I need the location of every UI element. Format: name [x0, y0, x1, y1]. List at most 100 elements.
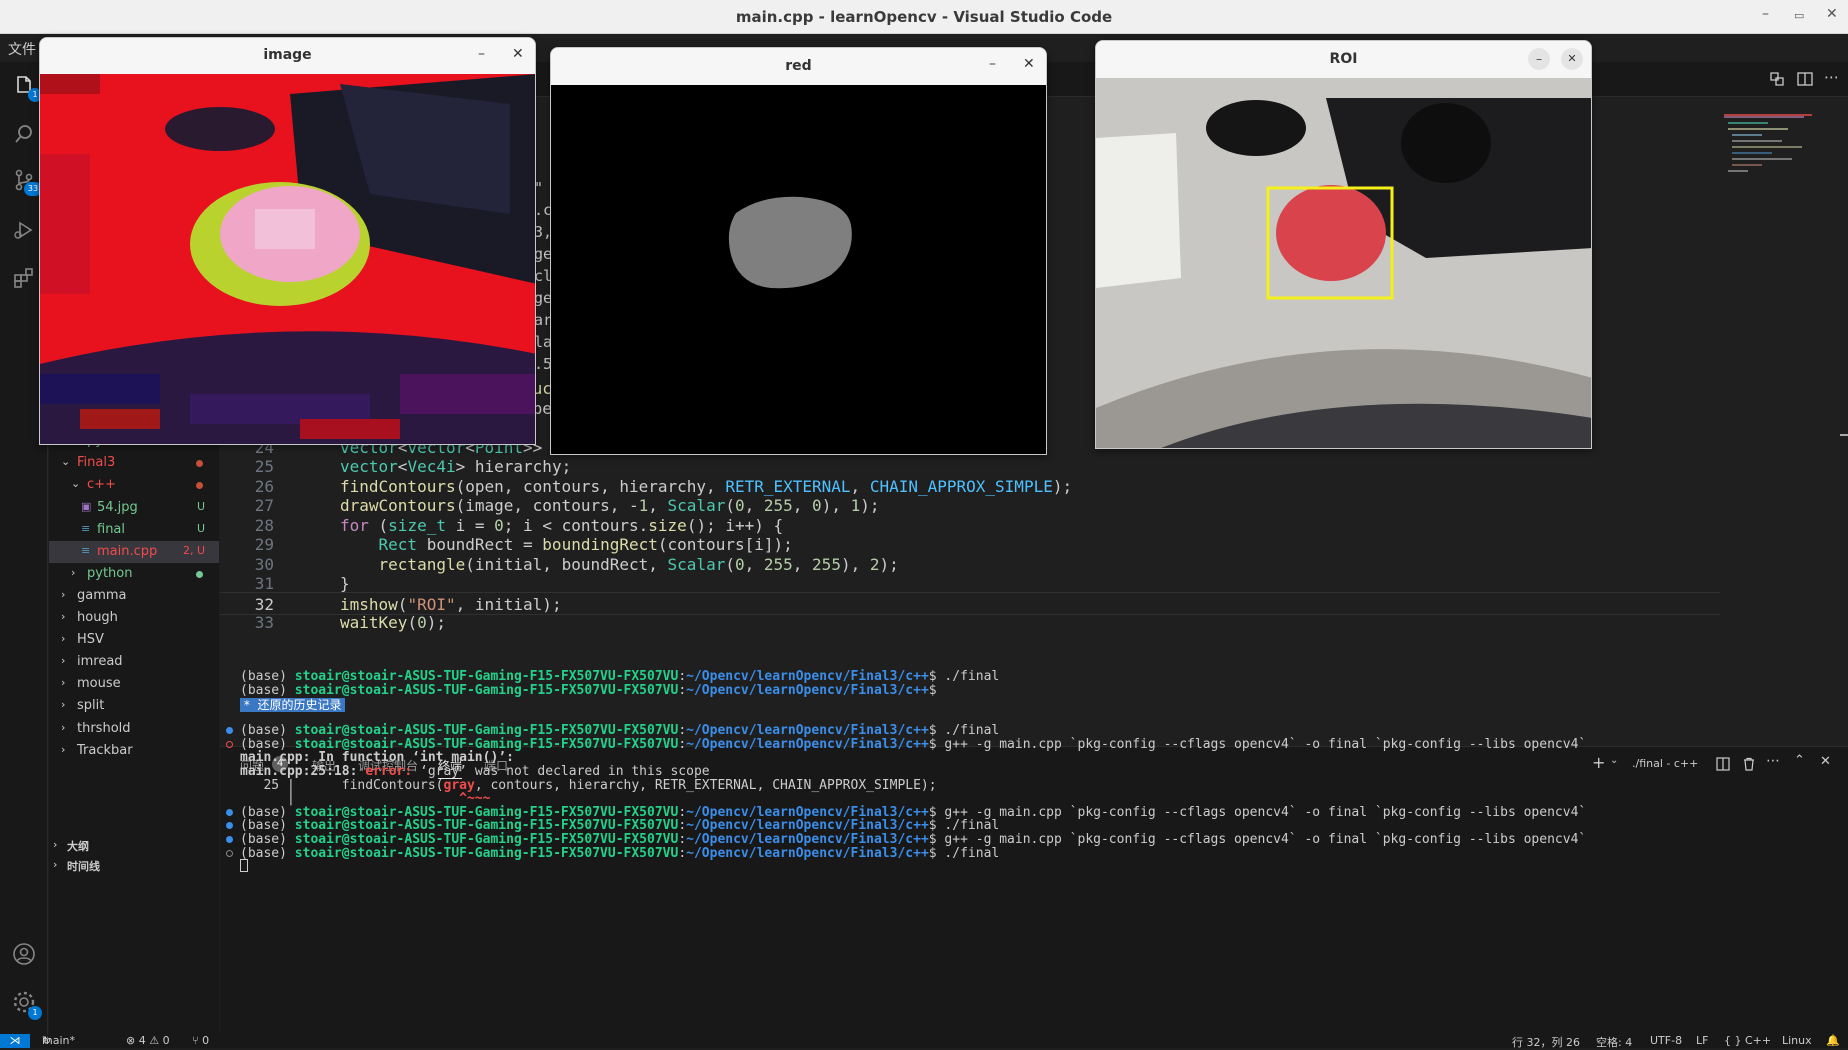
- maximize-button[interactable]: ▭: [1794, 9, 1804, 22]
- command-status-icon[interactable]: [226, 836, 233, 843]
- chevron-right-icon: ›: [61, 698, 66, 712]
- split-editor-icon[interactable]: [1796, 70, 1814, 88]
- line-number: 26: [254, 476, 274, 496]
- chevron-right-icon: ›: [61, 720, 66, 734]
- outline-label: 大纲: [67, 840, 89, 853]
- tree-item[interactable]: ≡ main.cpp 2, U: [49, 540, 219, 563]
- chevron-right-icon: ›: [61, 610, 66, 623]
- roi-frame: [1096, 78, 1591, 448]
- code-text: rectangle(initial, boundRect, Scalar(0, …: [378, 554, 899, 574]
- code-text: }: [340, 574, 350, 593]
- chevron-down-icon: ⌄: [61, 455, 71, 469]
- minimap[interactable]: [1724, 114, 1814, 184]
- tree-item-label: python: [87, 565, 133, 581]
- search-icon[interactable]: [12, 122, 36, 146]
- code-text: waitKey(0);: [340, 613, 446, 632]
- end-of-line[interactable]: LF: [1696, 1034, 1708, 1047]
- tree-item[interactable]: › HSV: [49, 629, 219, 651]
- extensions-icon[interactable]: [12, 266, 36, 290]
- tree-item[interactable]: › gamma: [49, 585, 219, 607]
- status-dot: [196, 570, 203, 578]
- more-actions-icon[interactable]: ⋯: [1824, 68, 1839, 86]
- code-text: Rect boundRect = boundingRect(contours[i…: [378, 535, 793, 554]
- red-mask-frame: [551, 85, 1046, 454]
- code-text: drawContours(image, contours, -1, Scalar…: [340, 496, 880, 515]
- cv-red-close-icon[interactable]: ✕: [1023, 56, 1035, 72]
- terminal-cursor: [240, 859, 248, 872]
- code-line[interactable]: 33 waitKey(0);: [220, 611, 1720, 634]
- timeline-label: 时间线: [67, 860, 100, 873]
- command-status-icon[interactable]: [226, 741, 233, 748]
- timeline-section[interactable]: › 时间线: [49, 855, 219, 877]
- tree-item[interactable]: › imread: [49, 651, 219, 673]
- minimize-button[interactable]: –: [1762, 6, 1769, 22]
- tree-item[interactable]: › Trackbar: [49, 740, 219, 762]
- remote-indicator-icon[interactable]: ⋊: [0, 1034, 30, 1048]
- code-text: vector<Vec4i> hierarchy;: [340, 457, 572, 476]
- language-mode[interactable]: { } C++: [1724, 1034, 1771, 1047]
- title-bar: main.cpp - learnOpencv - Visual Studio C…: [0, 0, 1848, 34]
- tree-item-label: Trackbar: [77, 742, 133, 758]
- terminal-line: (base) stoair@stoair-ASUS-TUF-Gaming-F15…: [226, 846, 1840, 862]
- encoding[interactable]: UTF-8: [1650, 1034, 1682, 1047]
- tree-item-label: main.cpp: [97, 543, 158, 559]
- settings-badge: 1: [28, 1006, 42, 1020]
- command-status-icon[interactable]: [226, 822, 233, 829]
- image-file-icon: ▣: [81, 499, 92, 513]
- code-text: for (size_t i = 0; i < contours.size(); …: [340, 515, 784, 535]
- run-debug-icon[interactable]: [12, 218, 36, 242]
- line-number: 29: [254, 535, 274, 554]
- tree-item[interactable]: › python: [49, 563, 219, 585]
- problems-status[interactable]: ⊗ 4 ⚠ 0: [126, 1034, 170, 1047]
- cv-image-minimize-icon[interactable]: –: [478, 46, 485, 62]
- tree-item-label: final: [97, 521, 126, 537]
- chevron-right-icon: ›: [61, 654, 66, 668]
- cv-window-roi-titlebar[interactable]: ROI – ✕: [1096, 41, 1591, 78]
- image-frame: [40, 74, 535, 444]
- code-text: findContours(open, contours, hierarchy, …: [340, 476, 1073, 496]
- tree-item[interactable]: ≡ final U: [49, 519, 219, 541]
- ports-status[interactable]: ⑂ 0: [192, 1034, 209, 1047]
- account-icon[interactable]: [12, 942, 36, 966]
- outline-section[interactable]: › 大纲: [49, 835, 219, 857]
- tree-item[interactable]: ▣ 54.jpg U: [49, 497, 219, 519]
- line-number: 27: [254, 496, 274, 515]
- compare-changes-icon[interactable]: [1768, 70, 1786, 88]
- cv-window-red-titlebar[interactable]: red – ✕: [551, 48, 1046, 85]
- chevron-right-icon: ›: [61, 632, 66, 646]
- cv-window-image[interactable]: image – ✕: [39, 37, 536, 445]
- command-status-icon[interactable]: [226, 809, 233, 816]
- line-number: 25: [254, 457, 274, 476]
- command-status-icon[interactable]: [226, 850, 233, 857]
- os-label[interactable]: Linux: [1782, 1034, 1812, 1047]
- cv-roi-close-icon[interactable]: ✕: [1561, 48, 1583, 70]
- command-status-icon[interactable]: [226, 727, 233, 734]
- file-icon: ≡: [81, 543, 91, 557]
- cv-window-image-titlebar[interactable]: image – ✕: [40, 38, 535, 74]
- tree-item-label: Final3: [77, 455, 116, 471]
- notifications-bell-icon[interactable]: 🔔: [1826, 1034, 1840, 1047]
- line-number: 30: [254, 554, 274, 574]
- tree-item[interactable]: › split: [49, 695, 219, 717]
- status-dot: [196, 482, 203, 490]
- status-dot: [196, 460, 203, 468]
- cv-roi-minimize-icon[interactable]: –: [1528, 48, 1550, 70]
- cv-image-close-icon[interactable]: ✕: [512, 46, 524, 62]
- scroll-indicator: [1840, 434, 1848, 436]
- tree-item[interactable]: › mouse: [49, 673, 219, 695]
- tree-item[interactable]: ⌄ Final3: [49, 452, 219, 474]
- cv-red-minimize-icon[interactable]: –: [989, 56, 996, 72]
- close-button[interactable]: ✕: [1826, 6, 1838, 22]
- cv-window-roi-title: ROI: [1329, 51, 1358, 67]
- file-icon: ≡: [81, 521, 91, 535]
- line-number: 33: [254, 613, 274, 632]
- tree-item[interactable]: ⌄ c++: [49, 474, 219, 496]
- cv-window-roi[interactable]: ROI – ✕: [1095, 40, 1592, 449]
- tree-item[interactable]: › thrshold: [49, 718, 219, 740]
- tree-item[interactable]: › hough: [49, 607, 219, 629]
- menu-file[interactable]: 文件: [8, 39, 36, 59]
- chevron-right-icon: ›: [53, 838, 58, 851]
- sync-icon: ↻: [42, 1034, 52, 1047]
- tree-item-label: gamma: [77, 587, 127, 603]
- cv-window-red[interactable]: red – ✕: [550, 47, 1047, 455]
